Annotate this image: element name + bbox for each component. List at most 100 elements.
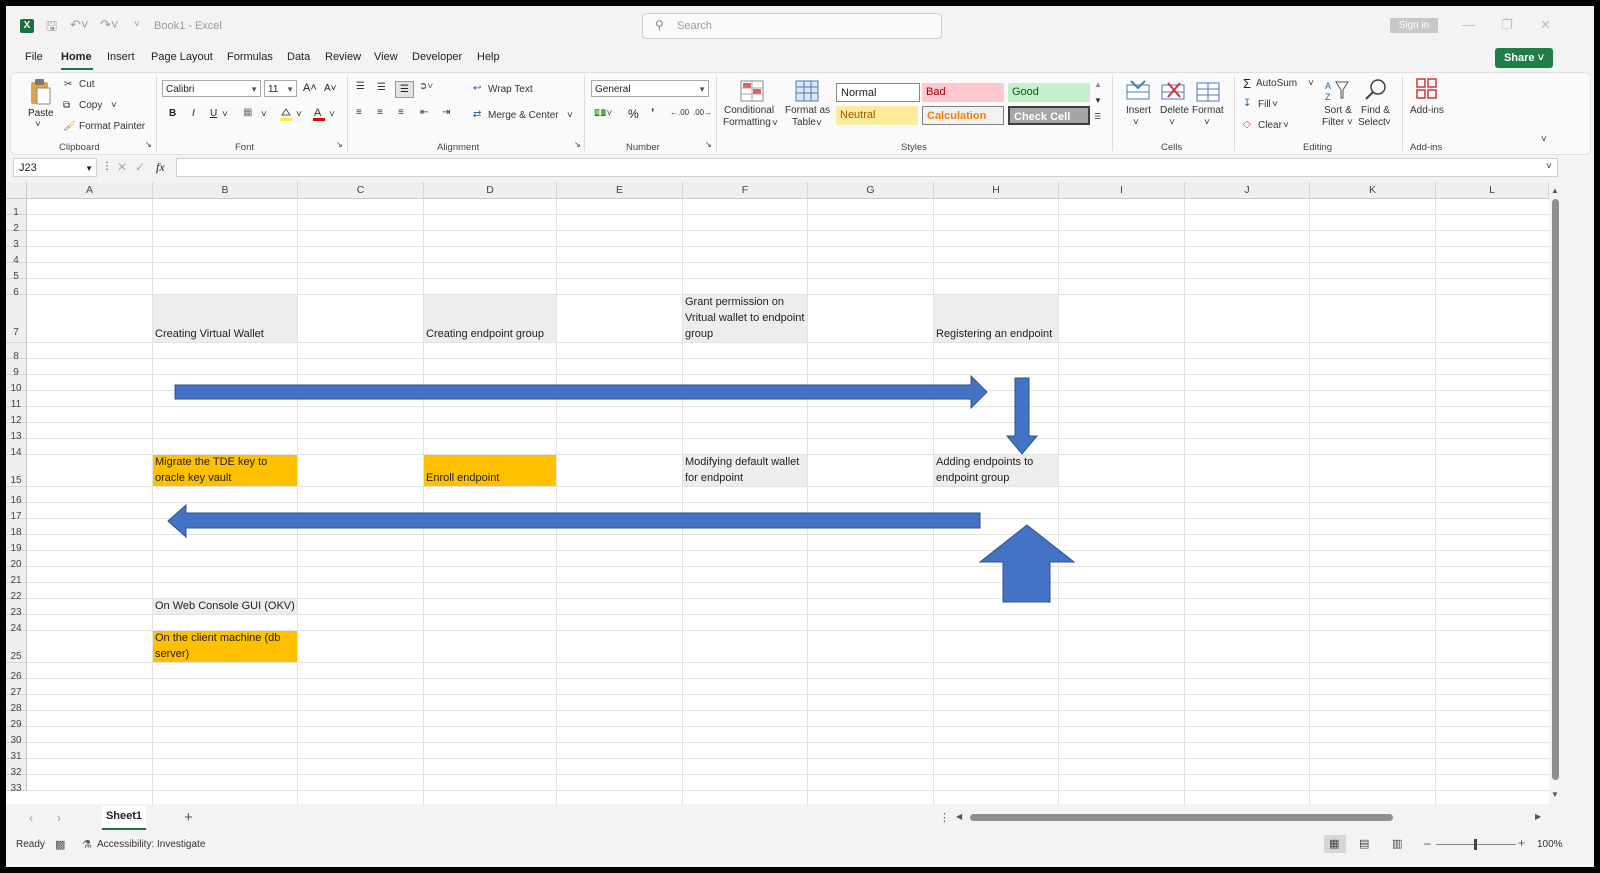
style-calculation[interactable]: Calculation: [922, 106, 1004, 125]
add-sheet-icon[interactable]: +: [184, 809, 193, 826]
underline-dropdown-icon[interactable]: ˅: [222, 109, 228, 120]
format-as-table-icon[interactable]: [794, 79, 820, 103]
clear-button[interactable]: Clear: [1258, 120, 1282, 131]
tab-formulas[interactable]: Formulas: [227, 51, 273, 63]
expand-formula-bar-icon[interactable]: ˅: [1546, 161, 1552, 172]
cut-button[interactable]: Cut: [79, 79, 95, 90]
fill-color-dropdown-icon[interactable]: ˅: [296, 109, 302, 120]
styles-more-icon[interactable]: ☰: [1094, 112, 1101, 121]
prev-sheet-icon[interactable]: ‹: [29, 811, 33, 825]
font-name-select[interactable]: Calibri ▼: [162, 80, 261, 97]
font-color-icon[interactable]: A: [312, 105, 326, 122]
share-button[interactable]: Share ˅: [1495, 48, 1553, 68]
align-right-icon[interactable]: ≡: [398, 107, 404, 118]
conditional-formatting-label-1[interactable]: Conditional: [724, 105, 774, 116]
search-box[interactable]: ⚲ Search: [642, 13, 942, 39]
copy-icon[interactable]: ⧉: [63, 100, 70, 111]
format-as-table-dropdown-icon[interactable]: ˅: [816, 118, 822, 129]
align-center-icon[interactable]: ≡: [377, 107, 383, 118]
format-painter-icon[interactable]: 🖌: [63, 121, 76, 132]
increase-indent-icon[interactable]: ⇥: [442, 107, 450, 118]
tab-file[interactable]: File: [25, 51, 43, 63]
scroll-down-icon[interactable]: ▼: [1551, 790, 1559, 799]
copy-button[interactable]: Copy: [79, 100, 102, 111]
find-select-label-2[interactable]: Select: [1358, 117, 1386, 128]
scroll-left-icon[interactable]: ◀: [956, 812, 962, 821]
clipboard-launcher-icon[interactable]: ↘: [145, 140, 152, 149]
next-sheet-icon[interactable]: ›: [57, 811, 61, 825]
zoom-out-icon[interactable]: –: [1424, 836, 1431, 850]
fill-icon[interactable]: ↧: [1243, 98, 1251, 109]
merge-center-icon[interactable]: ⇄: [473, 109, 481, 120]
find-select-icon[interactable]: [1363, 77, 1389, 101]
find-select-dropdown-icon[interactable]: ˅: [1385, 117, 1391, 128]
tab-developer[interactable]: Developer: [412, 51, 462, 63]
font-size-select[interactable]: 11 ▼: [264, 80, 297, 97]
merge-center-button[interactable]: Merge & Center: [488, 110, 559, 121]
name-box[interactable]: J23 ▼: [13, 158, 97, 177]
format-as-table-label-1[interactable]: Format as: [785, 105, 830, 116]
autosum-dropdown-icon[interactable]: ˅: [1308, 78, 1314, 89]
insert-cells-button[interactable]: Insert: [1126, 105, 1151, 116]
sort-filter-label-1[interactable]: Sort &: [1324, 105, 1352, 116]
undo-icon[interactable]: ↶˅: [70, 17, 88, 33]
italic-button[interactable]: I: [192, 108, 195, 119]
redo-icon[interactable]: ↷˅: [100, 17, 118, 33]
vertical-scrollbar[interactable]: ▲ ▼: [1549, 182, 1562, 804]
style-good[interactable]: Good: [1008, 83, 1090, 102]
down-arrow-shape[interactable]: [1005, 377, 1039, 455]
page-break-view-icon[interactable]: ▥: [1392, 837, 1402, 850]
wrap-text-icon[interactable]: ↩: [473, 83, 481, 94]
copy-dropdown-icon[interactable]: ˅: [111, 100, 117, 111]
horizontal-scroll-thumb[interactable]: [970, 814, 1393, 821]
number-launcher-icon[interactable]: ↘: [705, 140, 712, 149]
percent-style-icon[interactable]: %: [628, 107, 639, 121]
clear-dropdown-icon[interactable]: ˅: [1283, 120, 1289, 131]
add-ins-icon[interactable]: [1414, 77, 1440, 101]
tab-insert[interactable]: Insert: [107, 51, 135, 63]
align-bottom-icon[interactable]: ☰: [395, 81, 414, 98]
tab-split-handle-icon[interactable]: ⋮: [939, 811, 950, 824]
page-layout-view-icon[interactable]: ▤: [1359, 837, 1369, 850]
restore-icon[interactable]: ❐: [1501, 17, 1513, 33]
decrease-decimal-icon[interactable]: .00→: [693, 108, 712, 117]
align-left-icon[interactable]: ≡: [356, 107, 362, 118]
format-dropdown-icon[interactable]: ˅: [1204, 117, 1210, 128]
add-ins-button[interactable]: Add-ins: [1410, 105, 1444, 116]
tab-page-layout[interactable]: Page Layout: [151, 51, 213, 63]
conditional-formatting-dropdown-icon[interactable]: ˅: [772, 118, 778, 129]
increase-font-icon[interactable]: A˄: [303, 82, 317, 94]
tab-data[interactable]: Data: [287, 51, 310, 63]
borders-icon[interactable]: ▦: [243, 107, 252, 118]
insert-dropdown-icon[interactable]: ˅: [1133, 117, 1139, 128]
scroll-right-icon[interactable]: ▶: [1535, 812, 1541, 821]
cut-icon[interactable]: ✂: [64, 79, 72, 90]
tab-review[interactable]: Review: [325, 51, 361, 63]
sort-filter-icon[interactable]: AZ: [1324, 78, 1350, 102]
paste-label[interactable]: Paste: [28, 108, 54, 119]
format-as-table-label-2[interactable]: Table: [792, 117, 816, 128]
fill-color-icon[interactable]: [279, 106, 293, 122]
paste-dropdown-icon[interactable]: ˅: [35, 119, 41, 130]
orientation-icon[interactable]: ➲˅: [419, 81, 433, 92]
formula-input[interactable]: [176, 158, 1558, 177]
zoom-level[interactable]: 100%: [1537, 839, 1563, 850]
format-cells-icon[interactable]: [1195, 79, 1221, 103]
cancel-entry-icon[interactable]: ✕: [117, 160, 127, 174]
font-color-dropdown-icon[interactable]: ˅: [329, 109, 335, 120]
fill-button[interactable]: Fill: [1258, 99, 1271, 110]
save-icon[interactable]: 🖫: [46, 17, 57, 39]
increase-decimal-icon[interactable]: ←.00: [670, 108, 689, 117]
left-arrow-shape[interactable]: [167, 503, 981, 539]
fill-dropdown-icon[interactable]: ˅: [1272, 99, 1278, 110]
sort-filter-label-2[interactable]: Filter: [1322, 117, 1344, 128]
style-bad[interactable]: Bad: [922, 83, 1004, 102]
formula-options-icon[interactable]: ⋮: [102, 161, 112, 172]
accounting-format-icon[interactable]: 💵˅: [594, 108, 612, 119]
delete-cells-button[interactable]: Delete: [1160, 105, 1189, 116]
merge-dropdown-icon[interactable]: ˅: [567, 110, 573, 121]
delete-dropdown-icon[interactable]: ˅: [1169, 117, 1175, 128]
format-cells-button[interactable]: Format: [1192, 105, 1224, 116]
accessibility-status[interactable]: Accessibility: Investigate: [97, 839, 205, 850]
close-icon[interactable]: ✕: [1540, 17, 1551, 33]
